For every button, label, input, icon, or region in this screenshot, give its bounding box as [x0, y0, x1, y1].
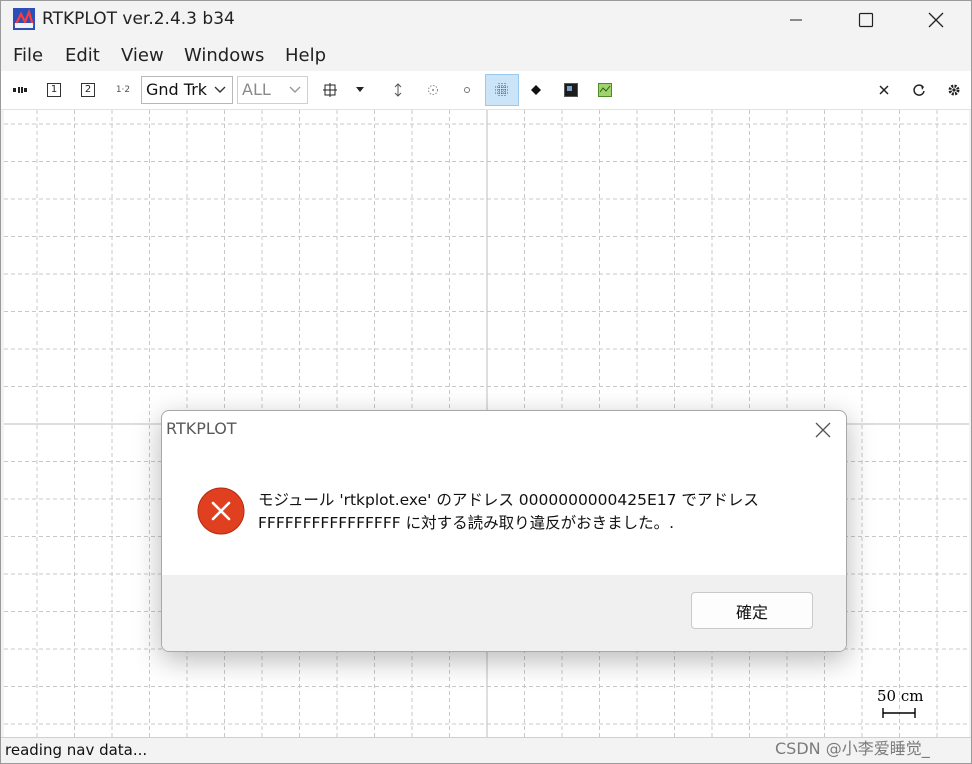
window-title: RTKPLOT ver.2.4.3 b34 [42, 9, 235, 29]
plot-1-2-label: 1·2 [115, 85, 131, 95]
error-icon [197, 487, 245, 535]
dialog-message-line-1: モジュール 'rtkplot.exe' のアドレス 0000000000425E… [258, 491, 759, 509]
menu-file[interactable]: File [13, 45, 43, 66]
menu-help[interactable]: Help [285, 45, 326, 66]
menu-bar: File Edit View Windows Help [1, 39, 971, 71]
map-image-icon [564, 83, 578, 97]
origin-dropdown-button[interactable] [345, 74, 375, 106]
dotted-circle-icon [428, 85, 438, 95]
dialog-message-line-2: FFFFFFFFFFFFFFFF に対する読み取り違反がおきました。. [258, 514, 675, 532]
grid-icon [495, 83, 509, 97]
minimize-icon [790, 19, 802, 21]
show-point-button[interactable] [452, 74, 482, 106]
status-text: reading nav data... [5, 741, 148, 759]
toolbar: 1 2 1·2 Gnd Trk ALL [1, 71, 971, 110]
satellite-select[interactable]: ALL [237, 76, 308, 104]
dialog-body: モジュール 'rtkplot.exe' のアドレス 0000000000425E… [162, 447, 846, 575]
fit-vertical-button[interactable] [383, 74, 413, 106]
connect-icon [13, 87, 27, 93]
scale-bar: 50 cm [877, 687, 925, 721]
scale-line [882, 708, 916, 718]
satellite-value: ALL [242, 80, 271, 99]
show-track-button[interactable] [418, 74, 448, 106]
center-origin-button[interactable] [315, 74, 345, 106]
plot-2-button[interactable]: 2 [73, 74, 103, 106]
ok-button[interactable]: 確定 [691, 592, 813, 629]
chevron-down-icon [289, 86, 301, 93]
close-icon [879, 85, 889, 95]
clear-plot-button[interactable] [869, 74, 899, 106]
connect-button[interactable] [5, 74, 35, 106]
show-map-button[interactable] [556, 74, 586, 106]
plot-1-2-button[interactable]: 1·2 [108, 74, 138, 106]
chevron-down-icon [214, 86, 226, 93]
plot-1-button[interactable]: 1 [39, 74, 69, 106]
watermark: CSDN @小李爱睡觉_ [775, 739, 930, 758]
plot-2-label: 2 [80, 83, 96, 97]
dropdown-arrow-icon [356, 87, 364, 92]
plot-type-select[interactable]: Gnd Trk [141, 76, 233, 104]
minimize-button[interactable] [761, 1, 831, 39]
crosshair-box-icon [323, 83, 337, 97]
close-icon [928, 12, 944, 28]
plot-1-label: 1 [46, 83, 62, 97]
reload-button[interactable] [904, 74, 934, 106]
dialog-close-button[interactable] [810, 417, 836, 443]
dialog-message: モジュール 'rtkplot.exe' のアドレス 0000000000425E… [258, 489, 818, 535]
scale-label: 50 cm [877, 687, 924, 705]
diamond-icon [531, 85, 541, 95]
menu-view[interactable]: View [121, 45, 164, 66]
menu-windows[interactable]: Windows [184, 45, 264, 66]
gear-icon [948, 84, 960, 96]
show-grid-button[interactable] [485, 74, 519, 106]
show-overlay-button[interactable] [590, 74, 620, 106]
green-map-icon [598, 83, 612, 97]
close-icon [815, 422, 831, 438]
dialog-footer: 確定 [162, 575, 846, 651]
reload-icon [913, 84, 925, 96]
small-circle-icon [464, 87, 470, 93]
dialog-title: RTKPLOT [166, 419, 237, 438]
maximize-button[interactable] [831, 1, 901, 39]
show-marker-button[interactable] [521, 74, 551, 106]
plot-type-value: Gnd Trk [146, 80, 208, 99]
close-window-button[interactable] [901, 1, 971, 39]
app-logo-icon [13, 8, 35, 30]
options-button[interactable] [939, 74, 969, 106]
error-dialog: RTKPLOT モジュール 'rtkplot.exe' のアドレス 000000… [161, 410, 847, 652]
maximize-icon [858, 12, 874, 28]
title-bar: RTKPLOT ver.2.4.3 b34 [1, 1, 971, 39]
vertical-arrows-icon [394, 83, 402, 97]
menu-edit[interactable]: Edit [65, 45, 100, 66]
